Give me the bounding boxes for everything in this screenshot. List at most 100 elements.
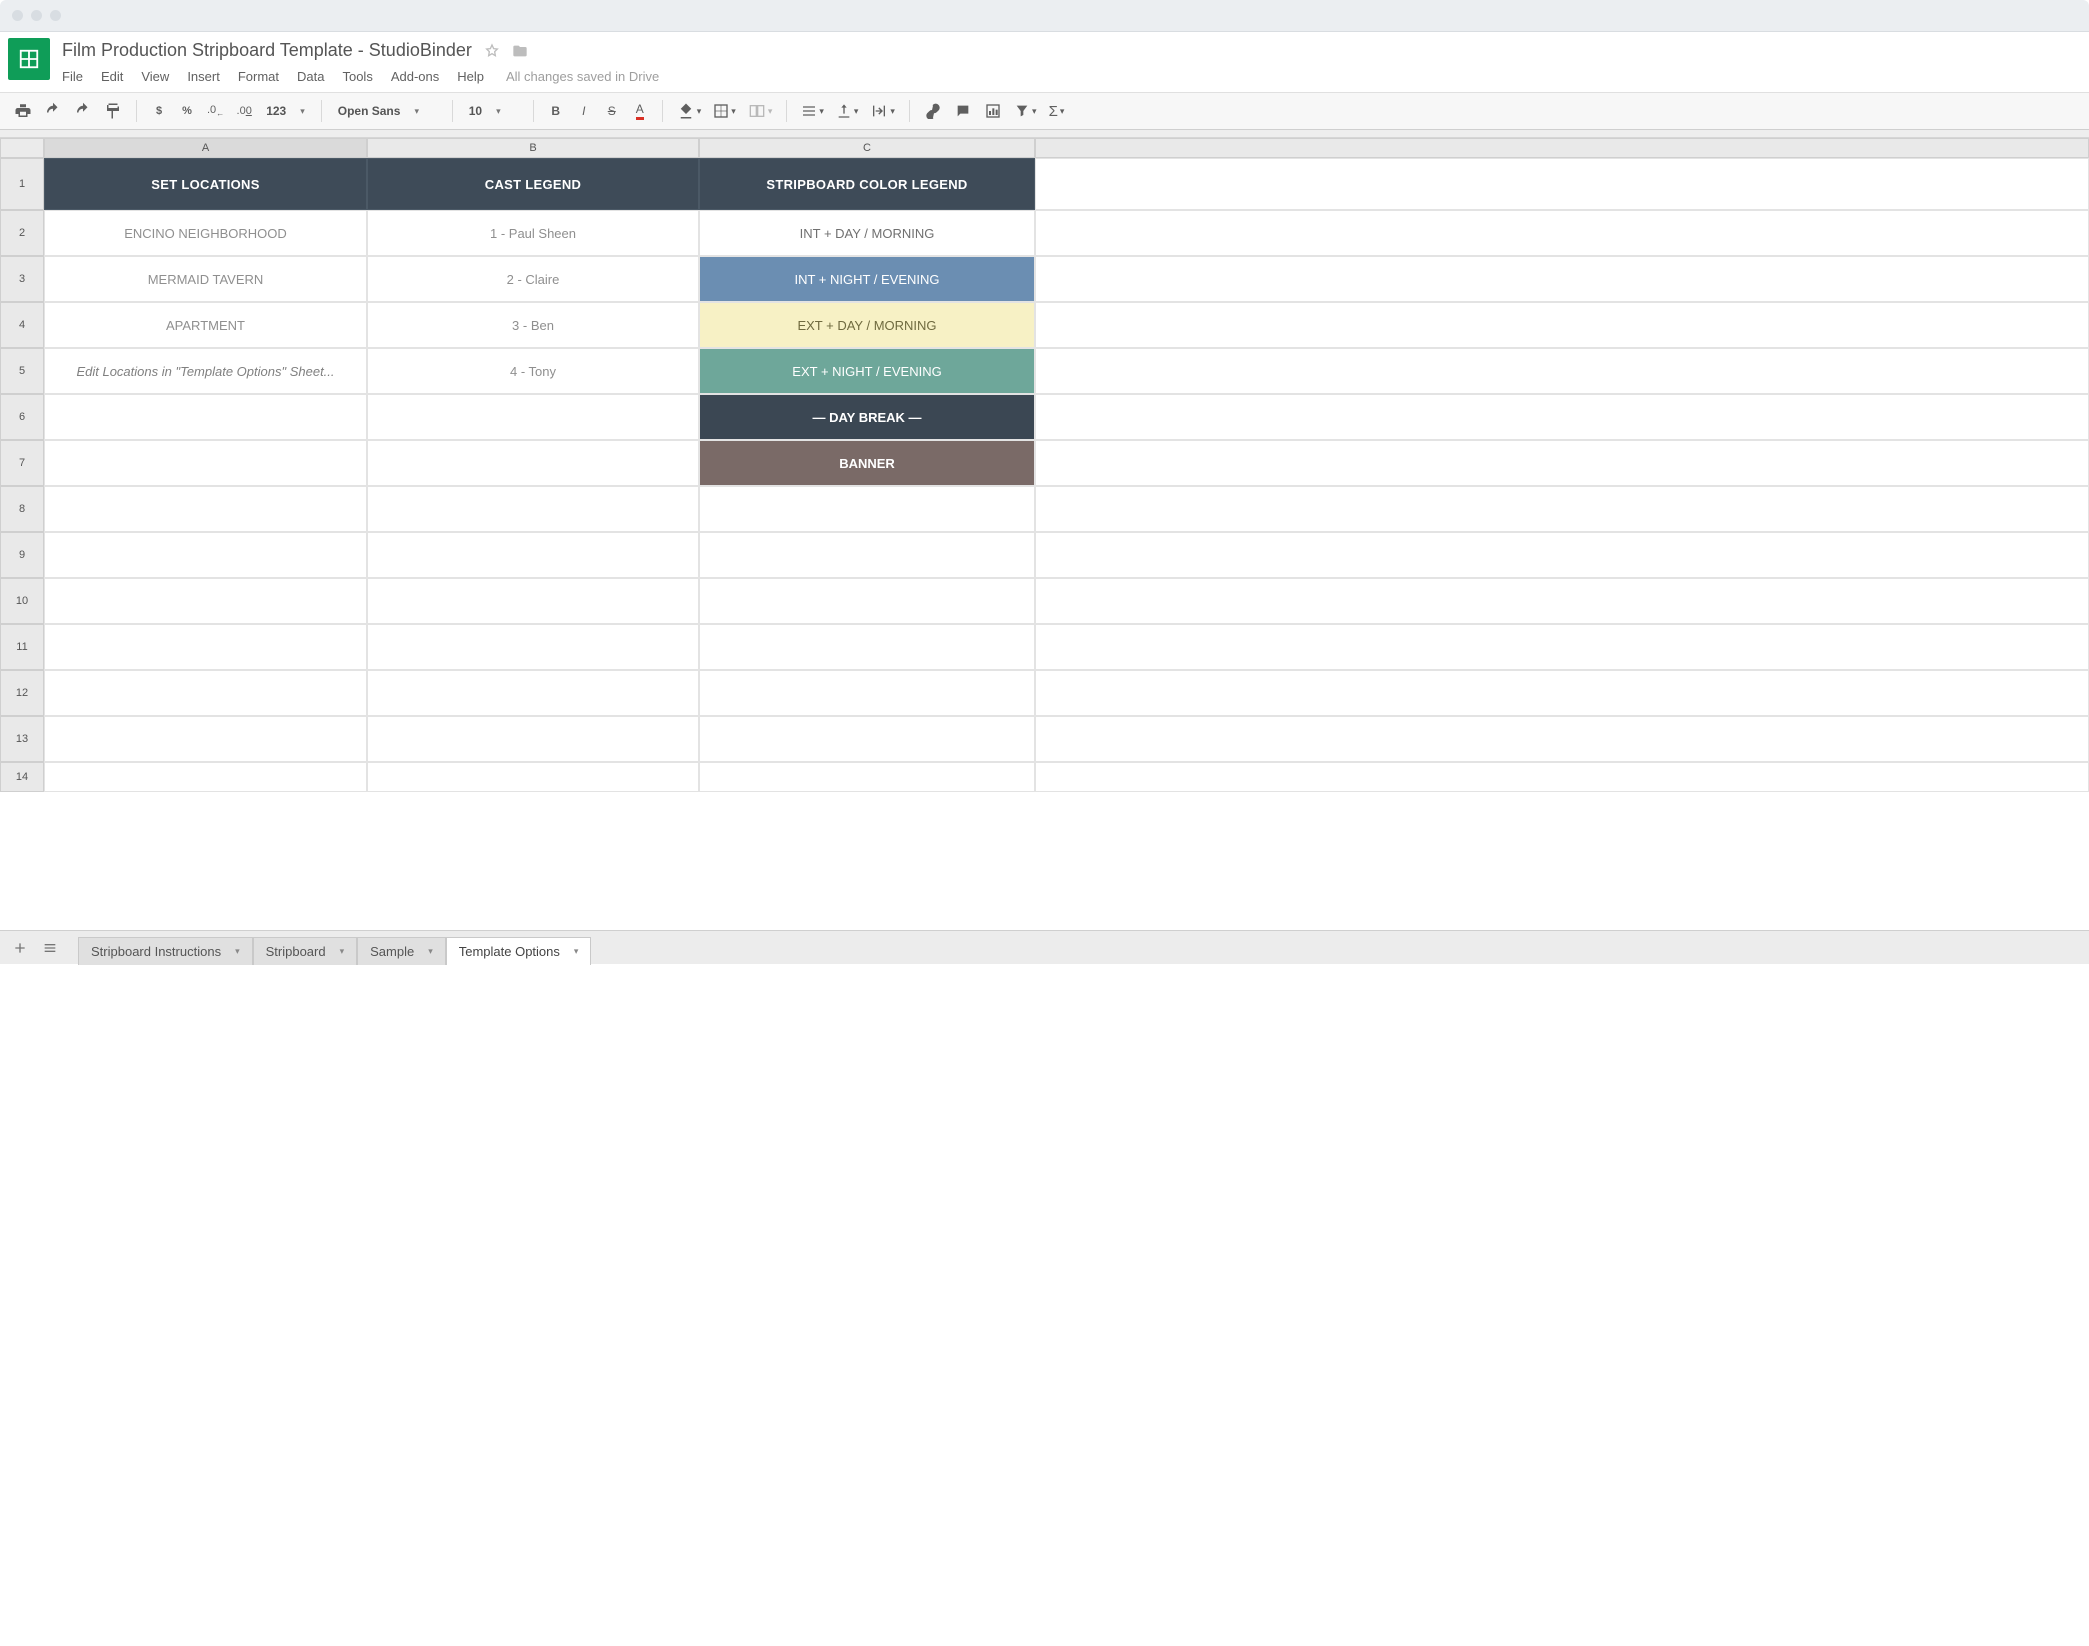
cell-C4[interactable]: EXT + DAY / MORNING <box>699 302 1035 348</box>
insert-chart-button[interactable] <box>980 98 1006 124</box>
strikethrough-button[interactable]: S <box>600 98 624 124</box>
percent-format-button[interactable]: % <box>175 98 199 124</box>
menu-insert[interactable]: Insert <box>187 69 220 84</box>
cell-B11[interactable] <box>367 624 699 670</box>
row-header-5[interactable]: 5 <box>0 348 44 394</box>
bold-button[interactable]: B <box>544 98 568 124</box>
paint-format-button[interactable] <box>100 98 126 124</box>
cell-B2[interactable]: 1 - Paul Sheen <box>367 210 699 256</box>
horizontal-align-button[interactable]: ▾ <box>797 98 828 124</box>
cell-B8[interactable] <box>367 486 699 532</box>
italic-button[interactable]: I <box>572 98 596 124</box>
traffic-light-minimize[interactable] <box>31 10 42 21</box>
cell-A12[interactable] <box>44 670 367 716</box>
filter-button[interactable]: ▾ <box>1010 98 1041 124</box>
cell-C10[interactable] <box>699 578 1035 624</box>
traffic-light-zoom[interactable] <box>50 10 61 21</box>
cell-A3[interactable]: MERMAID TAVERN <box>44 256 367 302</box>
all-sheets-button[interactable] <box>38 935 62 961</box>
folder-icon[interactable] <box>512 43 528 59</box>
cell-A6[interactable] <box>44 394 367 440</box>
cell-B6[interactable] <box>367 394 699 440</box>
text-wrap-button[interactable]: ▾ <box>866 98 899 124</box>
menu-data[interactable]: Data <box>297 69 324 84</box>
cell-D13[interactable] <box>1035 716 2089 762</box>
cell-C6[interactable]: — DAY BREAK — <box>699 394 1035 440</box>
row-header-8[interactable]: 8 <box>0 486 44 532</box>
cell-D6[interactable] <box>1035 394 2089 440</box>
cell-D3[interactable] <box>1035 256 2089 302</box>
cell-D12[interactable] <box>1035 670 2089 716</box>
chevron-down-icon[interactable]: ▾ <box>574 946 579 957</box>
cell-A8[interactable] <box>44 486 367 532</box>
font-size-select[interactable]: 10▾ <box>463 98 523 124</box>
cell-D11[interactable] <box>1035 624 2089 670</box>
menu-file[interactable]: File <box>62 69 83 84</box>
cell-B1[interactable]: CAST LEGEND <box>367 158 699 210</box>
add-sheet-button[interactable] <box>8 935 32 961</box>
cell-A2[interactable]: ENCINO NEIGHBORHOOD <box>44 210 367 256</box>
menu-format[interactable]: Format <box>238 69 279 84</box>
merge-cells-button[interactable]: ▾ <box>744 98 777 124</box>
cell-A1[interactable]: SET LOCATIONS <box>44 158 367 210</box>
vertical-align-button[interactable]: ▾ <box>832 98 863 124</box>
cell-D5[interactable] <box>1035 348 2089 394</box>
cell-A13[interactable] <box>44 716 367 762</box>
fill-color-button[interactable]: ▾ <box>673 98 706 124</box>
sheet-tab-3[interactable]: Template Options▾ <box>446 937 592 965</box>
column-header-A[interactable]: A <box>44 138 367 158</box>
cell-D10[interactable] <box>1035 578 2089 624</box>
cell-C2[interactable]: INT + DAY / MORNING <box>699 210 1035 256</box>
cell-B3[interactable]: 2 - Claire <box>367 256 699 302</box>
cell-D2[interactable] <box>1035 210 2089 256</box>
cell-A7[interactable] <box>44 440 367 486</box>
spreadsheet-grid[interactable]: ABC1SET LOCATIONSCAST LEGENDSTRIPBOARD C… <box>0 138 2089 792</box>
sheet-tab-1[interactable]: Stripboard▾ <box>253 937 358 965</box>
font-select[interactable]: Open Sans▾ <box>332 98 442 124</box>
row-header-10[interactable]: 10 <box>0 578 44 624</box>
row-header-13[interactable]: 13 <box>0 716 44 762</box>
cell-D7[interactable] <box>1035 440 2089 486</box>
column-header-B[interactable]: B <box>367 138 699 158</box>
cell-B14[interactable] <box>367 762 699 792</box>
cell-C9[interactable] <box>699 532 1035 578</box>
cell-D14[interactable] <box>1035 762 2089 792</box>
menu-help[interactable]: Help <box>457 69 484 84</box>
print-button[interactable] <box>10 98 36 124</box>
cell-C1[interactable]: STRIPBOARD COLOR LEGEND <box>699 158 1035 210</box>
column-header-blank[interactable] <box>1035 138 2089 158</box>
sheet-area[interactable]: ABC1SET LOCATIONSCAST LEGENDSTRIPBOARD C… <box>0 138 2089 930</box>
text-color-button[interactable]: A <box>628 98 652 124</box>
cell-C13[interactable] <box>699 716 1035 762</box>
menu-addons[interactable]: Add-ons <box>391 69 439 84</box>
borders-button[interactable]: ▾ <box>709 98 740 124</box>
cell-C14[interactable] <box>699 762 1035 792</box>
column-header-C[interactable]: C <box>699 138 1035 158</box>
row-header-14[interactable]: 14 <box>0 762 44 792</box>
chevron-down-icon[interactable]: ▾ <box>340 946 345 957</box>
chevron-down-icon[interactable]: ▾ <box>235 946 240 957</box>
functions-button[interactable]: Σ▾ <box>1044 98 1068 124</box>
decrease-decimal-button[interactable]: .0← <box>203 98 228 124</box>
row-header-2[interactable]: 2 <box>0 210 44 256</box>
row-header-6[interactable]: 6 <box>0 394 44 440</box>
cell-A14[interactable] <box>44 762 367 792</box>
row-header-11[interactable]: 11 <box>0 624 44 670</box>
select-all-corner[interactable] <box>0 138 44 158</box>
cell-B13[interactable] <box>367 716 699 762</box>
cell-C8[interactable] <box>699 486 1035 532</box>
menu-tools[interactable]: Tools <box>342 69 372 84</box>
cell-C3[interactable]: INT + NIGHT / EVENING <box>699 256 1035 302</box>
redo-button[interactable] <box>70 98 96 124</box>
cell-A10[interactable] <box>44 578 367 624</box>
row-header-3[interactable]: 3 <box>0 256 44 302</box>
cell-B9[interactable] <box>367 532 699 578</box>
cell-A11[interactable] <box>44 624 367 670</box>
row-header-4[interactable]: 4 <box>0 302 44 348</box>
cell-A5[interactable]: Edit Locations in "Template Options" She… <box>44 348 367 394</box>
cell-A4[interactable]: APARTMENT <box>44 302 367 348</box>
star-icon[interactable] <box>484 43 500 59</box>
cell-D9[interactable] <box>1035 532 2089 578</box>
cell-B10[interactable] <box>367 578 699 624</box>
traffic-light-close[interactable] <box>12 10 23 21</box>
